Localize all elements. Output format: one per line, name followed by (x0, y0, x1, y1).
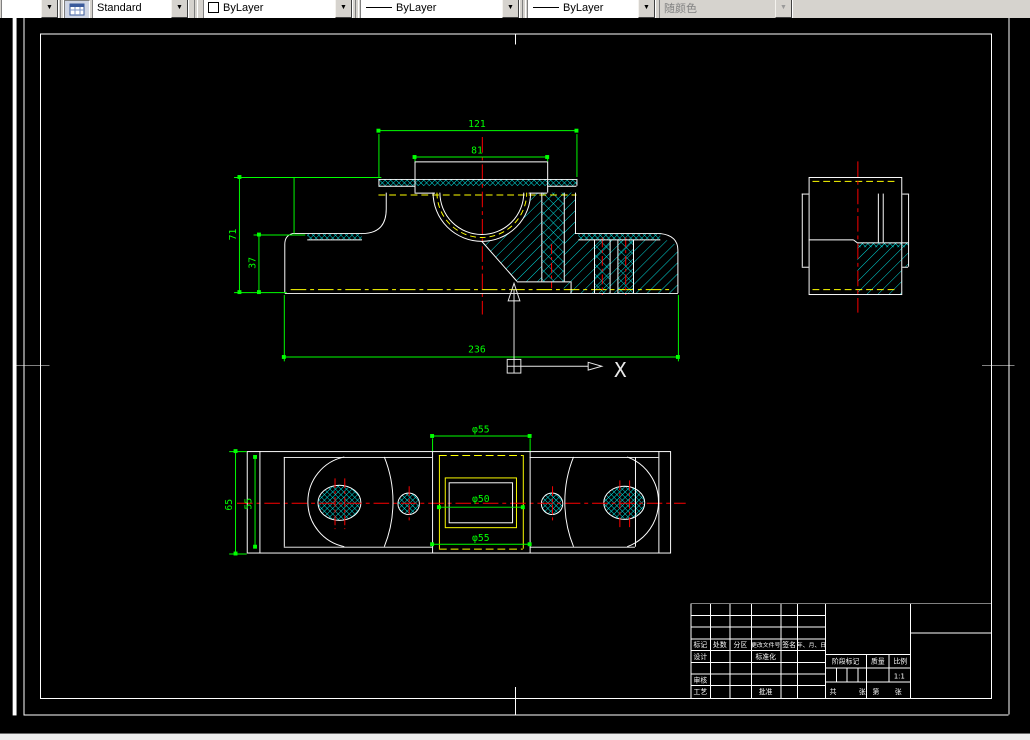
tb-sheet-unit1: 张 (859, 687, 866, 696)
dim-121: 121 (468, 119, 486, 130)
plotstyle-value: 随颜色 (664, 2, 697, 15)
tb-check-label: 审核 (694, 675, 708, 684)
ucs-x-label: X (614, 358, 627, 382)
layer-combo[interactable]: ▼ (1, 0, 59, 18)
tb-design-label: 设计 (694, 652, 708, 661)
chevron-down-icon[interactable]: ▼ (41, 0, 58, 18)
side-view (801, 161, 910, 313)
dim-71: 71 (228, 229, 239, 241)
tb-count-label: 处数 (713, 640, 727, 649)
text-style-combo[interactable]: Standard ▼ (92, 0, 189, 18)
text-style-value: Standard (97, 1, 142, 14)
tb-stage-label: 阶段标记 (832, 657, 859, 666)
properties-toolbar: ▼ Standard ▼ ByLayer ▼ ByLayer ▼ ByLayer… (0, 0, 1030, 19)
dim-dia50: φ50 (472, 494, 490, 505)
plan-view: 65 55 φ55 φ50 φ55 (224, 425, 686, 556)
drawing-area[interactable]: 121 81 71 37 236 65 55 φ55 φ50 φ55 X 标记 … (0, 18, 1030, 733)
front-view: 121 81 71 37 236 (228, 119, 680, 362)
app-window: ▼ Standard ▼ ByLayer ▼ ByLayer ▼ ByLayer… (0, 0, 1030, 740)
dim-236: 236 (468, 345, 486, 356)
plotstyle-combo: 随颜色 ▼ (659, 0, 793, 18)
dim-dia55-bottom: φ55 (472, 533, 490, 544)
toolbar-separator (194, 0, 198, 18)
chevron-down-icon[interactable]: ▼ (638, 0, 655, 18)
linetype-icon (366, 7, 392, 8)
ucs-icon (506, 281, 604, 374)
tb-docno-label: 更改文件号 (751, 641, 780, 649)
color-combo[interactable]: ByLayer ▼ (203, 0, 353, 18)
chevron-down-icon: ▼ (775, 0, 792, 18)
tb-date-label: 年、月、日 (797, 641, 826, 649)
tb-mark-label: 标记 (694, 640, 708, 649)
tb-sign-label: 签名 (782, 640, 796, 649)
dim-65: 65 (224, 499, 235, 511)
tb-zone-label: 分区 (734, 640, 748, 649)
linetype-combo[interactable]: ByLayer ▼ (360, 0, 520, 18)
color-swatch-icon (208, 2, 219, 13)
style-manager-button[interactable] (64, 0, 90, 18)
toolbar-separator (522, 0, 526, 18)
tb-sheet-unit2: 张 (895, 687, 902, 696)
chevron-down-icon[interactable]: ▼ (335, 0, 352, 18)
dim-81: 81 (471, 146, 483, 157)
status-strip (0, 733, 1030, 740)
tb-approve-label: 批准 (759, 687, 773, 696)
tb-weight-label: 质量 (871, 657, 885, 666)
tb-scale-value: 1:1 (894, 672, 905, 680)
lineweight-value: ByLayer (563, 1, 604, 14)
dim-dia55-top: φ55 (472, 425, 490, 436)
cad-drawing[interactable]: 121 81 71 37 236 65 55 φ55 φ50 φ55 X 标记 … (0, 18, 1030, 733)
tb-sheet-total: 共 (830, 687, 837, 696)
color-value: ByLayer (223, 1, 264, 14)
dim-37: 37 (248, 257, 259, 269)
title-block: 标记 处数 分区 更改文件号 签名 年、月、日 设计 标准化 审核 工艺 批准 … (690, 603, 992, 698)
toolbar-separator (355, 0, 359, 18)
ucs-x-arrowhead (587, 361, 604, 371)
tb-standardization-label: 标准化 (755, 652, 776, 661)
lineweight-icon (533, 7, 559, 8)
style-manager-icon (69, 3, 85, 16)
chevron-down-icon[interactable]: ▼ (171, 0, 188, 18)
dim-55: 55 (244, 498, 255, 510)
chevron-down-icon[interactable]: ▼ (502, 0, 519, 18)
lineweight-combo[interactable]: ByLayer ▼ (527, 0, 656, 18)
dock-strip (12, 18, 17, 716)
tb-scale-label: 比例 (893, 657, 907, 666)
tb-sheet-page: 第 (873, 687, 880, 696)
linetype-value: ByLayer (396, 1, 437, 14)
tb-process-label: 工艺 (694, 688, 708, 696)
